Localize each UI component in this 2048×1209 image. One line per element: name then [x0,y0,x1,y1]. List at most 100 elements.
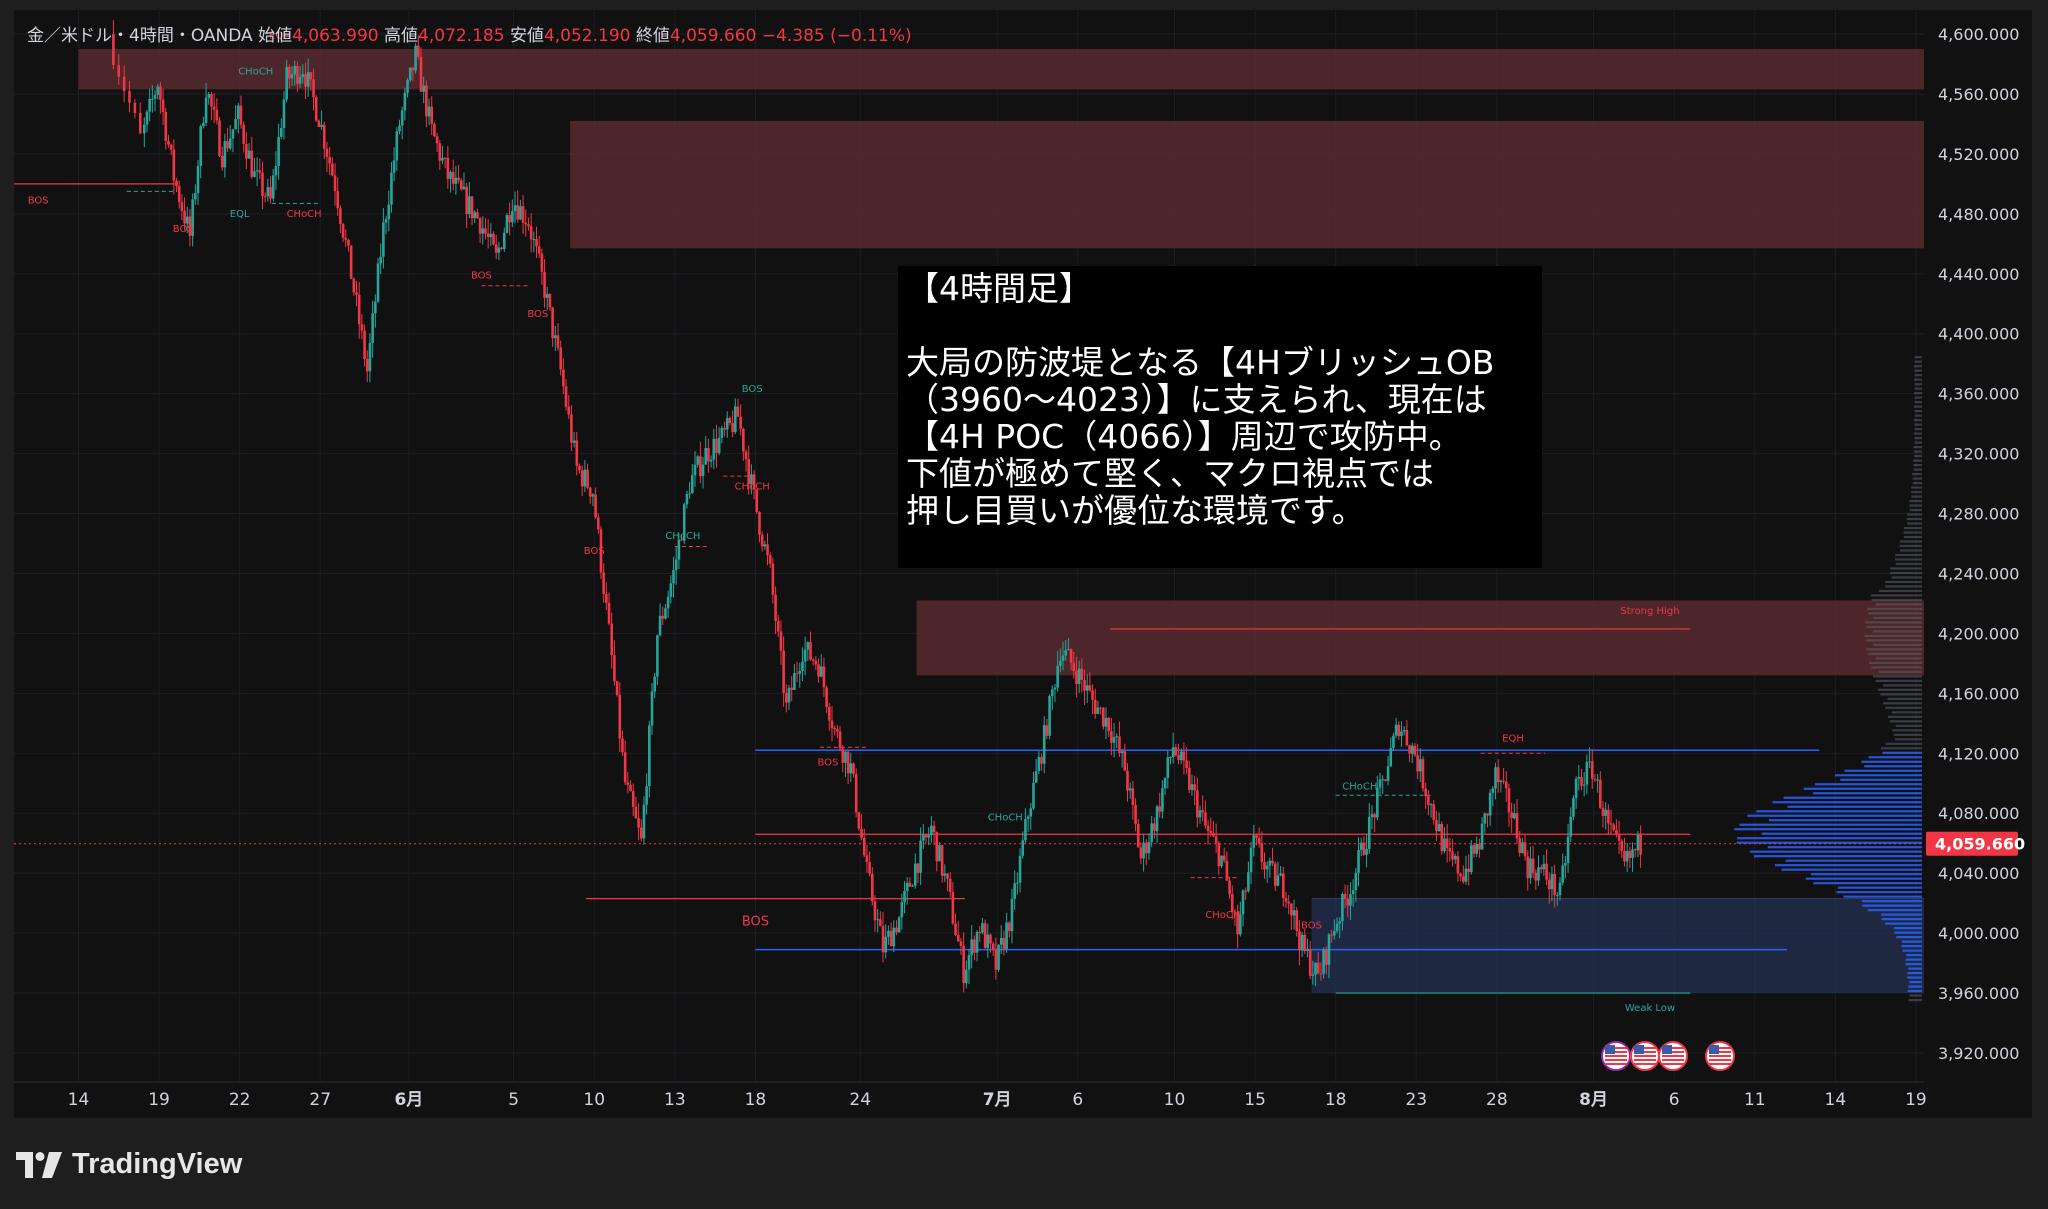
candle-body [1037,757,1041,772]
candle-body [403,92,407,111]
candle-body [414,45,417,71]
candle-body [446,157,450,179]
candle-body [954,923,957,936]
candle-body [970,939,973,956]
candle-body [169,144,173,150]
candle-body [989,934,992,944]
price-chart[interactable]: BOS BOS CHoCH EQH EQL CHoCH BOS BOS BOS CHoCH BOS C… [0,0,2048,1209]
economic-events[interactable] [1601,1041,1735,1071]
candle-body [422,85,425,92]
candle-body [1007,922,1011,932]
candle-body [274,165,278,176]
flag-stripe [1662,1055,1684,1057]
candle-body [822,666,826,688]
candle-body [519,206,522,220]
candle-body [1615,830,1618,835]
price-tick-label: 4,080.000 [1938,804,2019,823]
candle-body [365,359,369,372]
volume-bar [1880,693,1922,696]
us-flag-icon[interactable] [1630,1041,1660,1071]
volume-bar [1902,949,1922,952]
candle-body [1502,780,1505,782]
volume-bar [1908,985,1922,988]
candle-body [720,428,724,438]
candle-body [492,233,495,245]
annotation-spacer [906,307,1534,344]
structure-label: BOS [584,546,605,557]
candle-body [801,661,804,671]
candle-body [1045,725,1049,736]
candle-body [1601,807,1605,816]
candle-body [449,171,452,179]
volume-bar [1866,625,1922,629]
volume-bar [1767,846,1922,849]
candle-body [1185,760,1188,769]
candle-body [371,313,374,343]
candle-body [1220,855,1223,867]
volume-bar [1887,715,1922,718]
candle-body [1290,903,1293,916]
symbol-title[interactable]: 金／米ドル・4時間・OANDA [27,26,253,46]
candle-body [1099,707,1102,709]
low-value: 4,052.190 [543,26,631,46]
candle-body [959,941,963,946]
candle-body [1478,843,1481,850]
candle-body [841,748,845,763]
tradingview-brand[interactable]: TradingView [16,1148,242,1181]
volume-bar [1892,729,1922,732]
price-tick-label: 4,000.000 [1938,924,2019,943]
candle-body [1067,649,1070,651]
candle-body [1389,747,1393,767]
candle-body [916,863,920,873]
candle-body [1448,848,1452,852]
candle-body [293,66,297,75]
candle-body [1633,849,1637,851]
bear-candle [755,489,759,514]
volume-bar [1867,909,1922,912]
volume-bar [1885,585,1922,588]
candle-body [610,623,614,656]
candle-body [1169,757,1172,759]
candle-body [282,99,286,129]
open-value: 4,063.990 [292,26,379,46]
volume-bar [1913,445,1922,449]
candle-body [1494,767,1497,789]
candle-body [325,148,329,158]
candle-body [1112,737,1116,743]
volume-bar [1837,886,1922,889]
volume-bar [1866,648,1922,651]
candle-body [870,873,874,902]
candle-body [1553,873,1556,896]
us-flag-icon[interactable] [1658,1041,1688,1071]
candle-body [1370,814,1374,817]
candle-body [887,930,890,937]
candle-body [1072,662,1076,672]
candle-body [438,143,442,161]
candle-body [261,172,264,196]
volume-bar [1913,392,1922,395]
volume-bar [1913,468,1922,471]
volume-bar [1885,742,1922,745]
price-tick-label: 4,200.000 [1938,624,2019,643]
volume-bar [1750,850,1922,853]
candle-body [117,64,121,77]
candle-body [1593,778,1597,780]
time-tick-label: 22 [229,1090,251,1110]
candle-body [212,106,216,110]
volume-bar [1781,868,1922,871]
candle-body [999,937,1003,945]
candle-body [234,118,237,130]
candle-body [629,784,632,792]
us-flag-icon[interactable] [1601,1041,1631,1071]
candle-body [1150,823,1153,843]
candle-body [1580,776,1583,786]
volume-bar [1912,477,1922,480]
us-flag-icon[interactable] [1705,1041,1735,1071]
volume-bar [1862,900,1922,903]
volume-bar [1913,405,1922,408]
demand-zone [1311,898,1924,994]
candle-body [309,72,313,80]
candle-body [374,301,377,314]
candle-body [1335,923,1339,932]
candle-body [935,832,939,862]
